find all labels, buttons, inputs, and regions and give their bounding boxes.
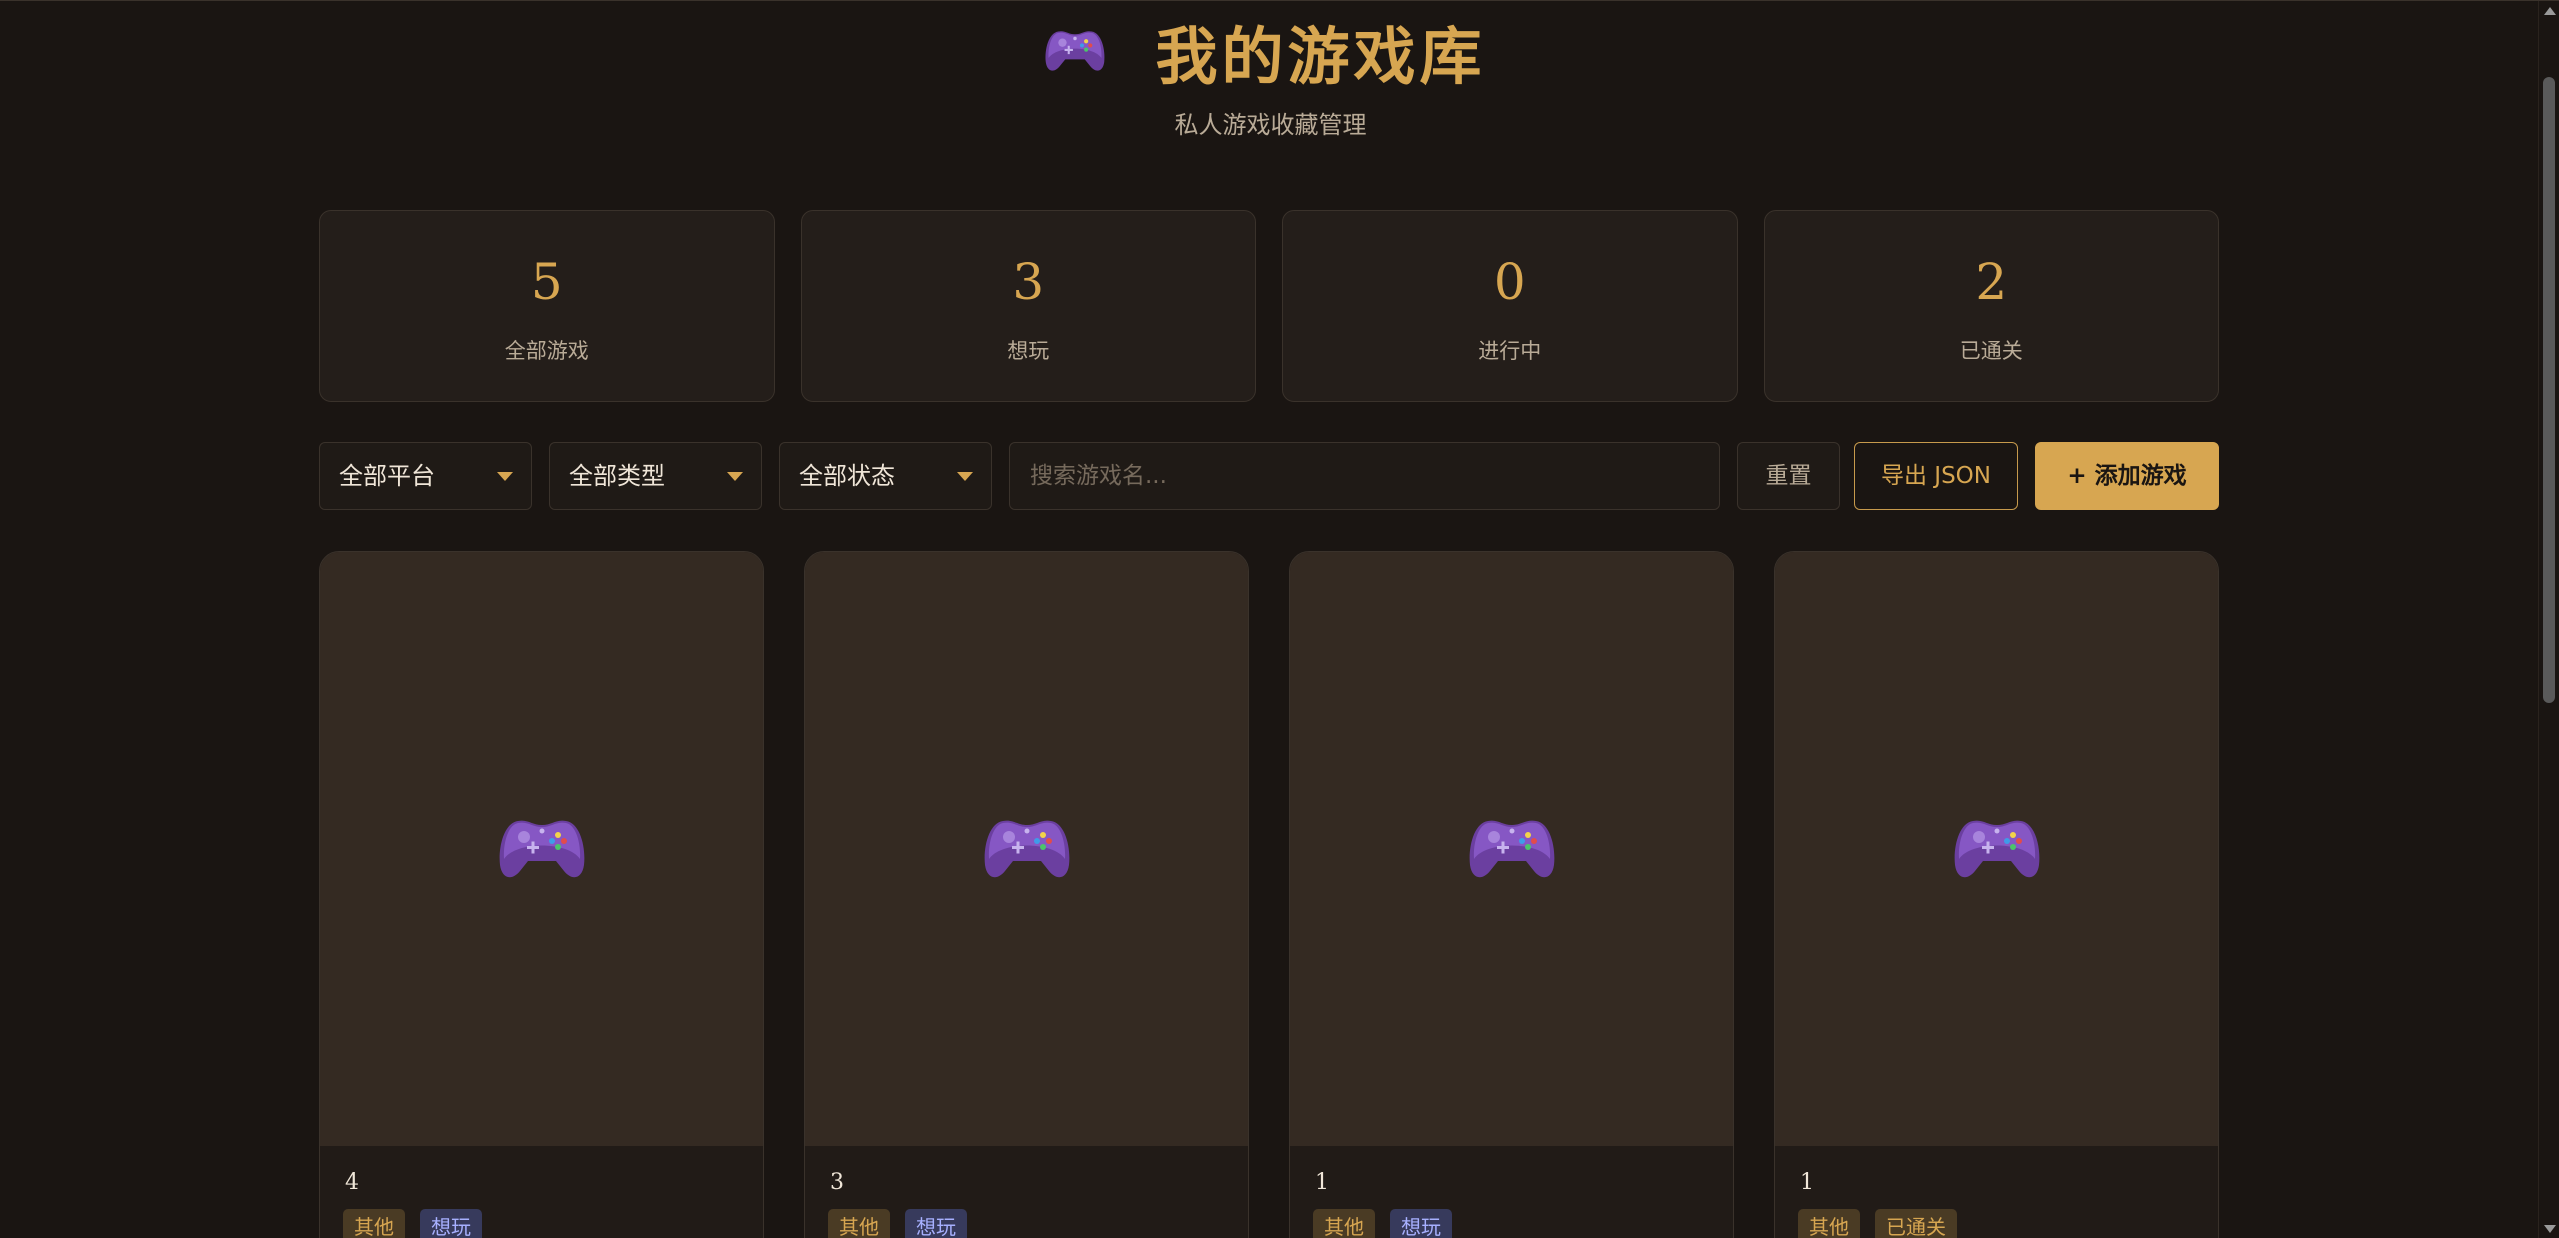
stat-card-playing[interactable]: 0 进行中 xyxy=(1282,210,1738,402)
game-tags: 其他 想玩 xyxy=(1313,1209,1733,1238)
stat-label: 已通关 xyxy=(1959,339,2023,363)
platform-select-value: 全部平台 xyxy=(339,462,435,490)
genre-select[interactable]: 全部类型 xyxy=(549,442,762,510)
game-cover xyxy=(1775,552,2218,1146)
gamepad-icon xyxy=(984,820,1069,878)
game-title: 3 xyxy=(830,1170,844,1195)
gamepad-icon xyxy=(499,820,584,878)
search-input[interactable] xyxy=(1009,442,1720,510)
stat-label: 想玩 xyxy=(1007,339,1050,363)
game-cover xyxy=(805,552,1248,1146)
title-row: 我的游戏库 xyxy=(0,9,2537,93)
platform-tag: 其他 xyxy=(1313,1209,1375,1238)
stat-card-all[interactable]: 5 全部游戏 xyxy=(319,210,775,402)
platform-tag: 其他 xyxy=(828,1209,890,1238)
game-card[interactable]: 1 其他 想玩 xyxy=(1289,551,1734,1238)
chevron-down-icon xyxy=(957,472,973,481)
game-title: 4 xyxy=(345,1170,359,1195)
status-tag: 已通关 xyxy=(1875,1209,1957,1238)
game-grid: 4 其他 想玩 3 其他 想玩 1 其他 想玩 1 其他 已通关 xyxy=(319,551,2219,1238)
stat-value: 2 xyxy=(1975,253,2008,311)
game-cover xyxy=(320,552,763,1146)
scroll-up-arrow-icon[interactable] xyxy=(2544,7,2556,15)
status-select-value: 全部状态 xyxy=(799,462,895,490)
reset-button[interactable]: 重置 xyxy=(1737,442,1840,510)
page-header: 我的游戏库 私人游戏收藏管理 xyxy=(0,9,2537,140)
stat-value: 3 xyxy=(1012,253,1045,311)
export-json-button[interactable]: 导出 JSON xyxy=(1854,442,2018,510)
platform-select[interactable]: 全部平台 xyxy=(319,442,532,510)
status-tag: 想玩 xyxy=(420,1209,482,1238)
game-card[interactable]: 1 其他 已通关 xyxy=(1774,551,2219,1238)
game-tags: 其他 已通关 xyxy=(1798,1209,2218,1238)
stat-value: 5 xyxy=(530,253,563,311)
status-tag: 想玩 xyxy=(905,1209,967,1238)
game-cover xyxy=(1290,552,1733,1146)
scroll-down-arrow-icon[interactable] xyxy=(2544,1225,2556,1233)
gamepad-icon xyxy=(1046,31,1105,71)
status-tag: 想玩 xyxy=(1390,1209,1452,1238)
page-title: 我的游戏库 xyxy=(1155,20,1486,93)
stat-label: 全部游戏 xyxy=(504,339,589,363)
genre-select-value: 全部类型 xyxy=(569,462,665,490)
game-tags: 其他 想玩 xyxy=(343,1209,763,1238)
platform-tag: 其他 xyxy=(343,1209,405,1238)
gamepad-icon xyxy=(1954,820,2039,878)
game-card[interactable]: 3 其他 想玩 xyxy=(804,551,1249,1238)
chevron-down-icon xyxy=(727,472,743,481)
game-tags: 其他 想玩 xyxy=(828,1209,1248,1238)
stats-row: 5 全部游戏 3 想玩 0 进行中 2 已通关 xyxy=(319,210,2219,402)
page-scrollbar[interactable] xyxy=(2538,1,2559,1238)
chevron-down-icon xyxy=(497,472,513,481)
stat-card-completed[interactable]: 2 已通关 xyxy=(1763,210,2219,402)
filter-toolbar: 全部平台 全部类型 全部状态 重置 导出 JSON + 添加游戏 xyxy=(319,442,2219,512)
add-game-button[interactable]: + 添加游戏 xyxy=(2035,442,2219,510)
gamepad-icon xyxy=(1469,820,1554,878)
game-card[interactable]: 4 其他 想玩 xyxy=(319,551,764,1238)
stat-label: 进行中 xyxy=(1478,339,1542,363)
game-title: 1 xyxy=(1800,1170,1814,1195)
stat-value: 0 xyxy=(1493,253,1526,311)
stat-card-want[interactable]: 3 想玩 xyxy=(800,210,1256,402)
scrollbar-thumb[interactable] xyxy=(2543,77,2555,703)
platform-tag: 其他 xyxy=(1798,1209,1860,1238)
status-select[interactable]: 全部状态 xyxy=(779,442,992,510)
page-subtitle: 私人游戏收藏管理 xyxy=(1174,111,1367,139)
app-page: 我的游戏库 私人游戏收藏管理 5 全部游戏 3 想玩 0 进行中 2 已通关 全… xyxy=(0,0,2559,1238)
game-title: 1 xyxy=(1315,1170,1329,1195)
